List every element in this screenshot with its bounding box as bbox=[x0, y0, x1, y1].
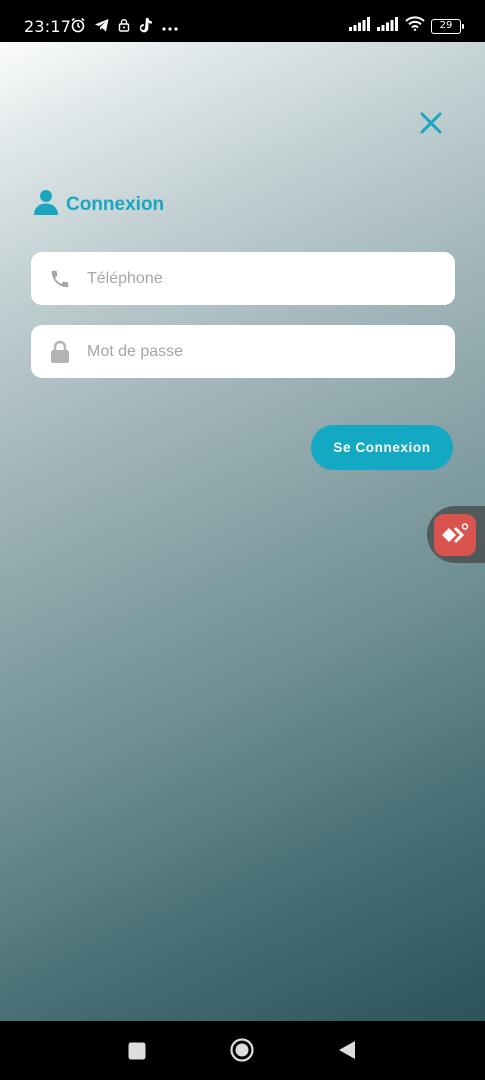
signal-icon bbox=[349, 16, 371, 36]
login-header: Connexion bbox=[34, 189, 164, 220]
floating-app-bubble[interactable] bbox=[427, 506, 485, 563]
battery-icon: 29 bbox=[431, 18, 464, 34]
navigation-bar bbox=[0, 1021, 485, 1080]
notification-icons bbox=[70, 17, 179, 38]
login-button[interactable]: Se Connexion bbox=[311, 425, 453, 470]
back-triangle-icon[interactable] bbox=[338, 1040, 356, 1065]
password-input[interactable] bbox=[87, 325, 455, 378]
system-status: 29 bbox=[349, 16, 464, 36]
phone-icon bbox=[31, 268, 87, 290]
status-bar: 23:17 29 bbox=[0, 0, 485, 42]
close-icon[interactable] bbox=[419, 111, 443, 135]
lock-icon bbox=[31, 340, 87, 364]
page-title: Connexion bbox=[66, 193, 165, 215]
password-field[interactable] bbox=[31, 325, 455, 378]
close-button[interactable] bbox=[415, 107, 447, 139]
telegram-icon bbox=[94, 17, 110, 38]
phone-input[interactable] bbox=[87, 252, 455, 305]
wifi-icon bbox=[405, 16, 425, 36]
home-circle-icon[interactable] bbox=[230, 1038, 254, 1067]
recents-square-icon[interactable] bbox=[128, 1042, 146, 1065]
signal-icon bbox=[377, 16, 399, 36]
alarm-icon bbox=[70, 17, 86, 38]
lock-icon bbox=[118, 18, 130, 37]
battery-level: 29 bbox=[439, 19, 453, 31]
phone-field[interactable] bbox=[31, 252, 455, 305]
tiktok-icon bbox=[138, 17, 153, 38]
user-icon bbox=[34, 189, 58, 220]
login-screen: Connexion Se Connexion bbox=[0, 42, 485, 1021]
more-icon bbox=[161, 19, 179, 37]
status-time: 23:17 bbox=[24, 17, 72, 36]
remote-app-icon[interactable] bbox=[434, 513, 476, 556]
